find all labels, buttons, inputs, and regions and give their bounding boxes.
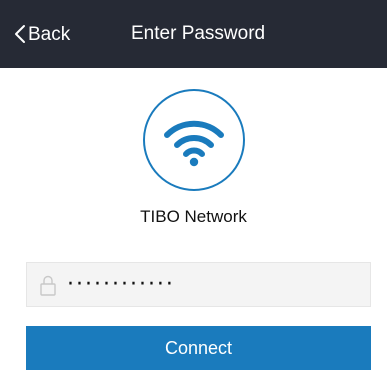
back-label: Back — [28, 23, 71, 45]
chevron-left-icon — [15, 25, 25, 43]
page-title: Enter Password — [131, 23, 266, 44]
back-button[interactable]: Back — [14, 0, 70, 68]
network-avatar — [143, 89, 245, 191]
password-input[interactable] — [67, 263, 357, 306]
header-bar: Back Enter Password — [0, 0, 387, 68]
network-name: TIBO Network — [140, 207, 247, 226]
wifi-icon — [164, 120, 224, 167]
lock-icon — [40, 274, 56, 296]
password-field[interactable] — [26, 262, 371, 307]
connect-button[interactable]: Connect — [26, 326, 371, 370]
